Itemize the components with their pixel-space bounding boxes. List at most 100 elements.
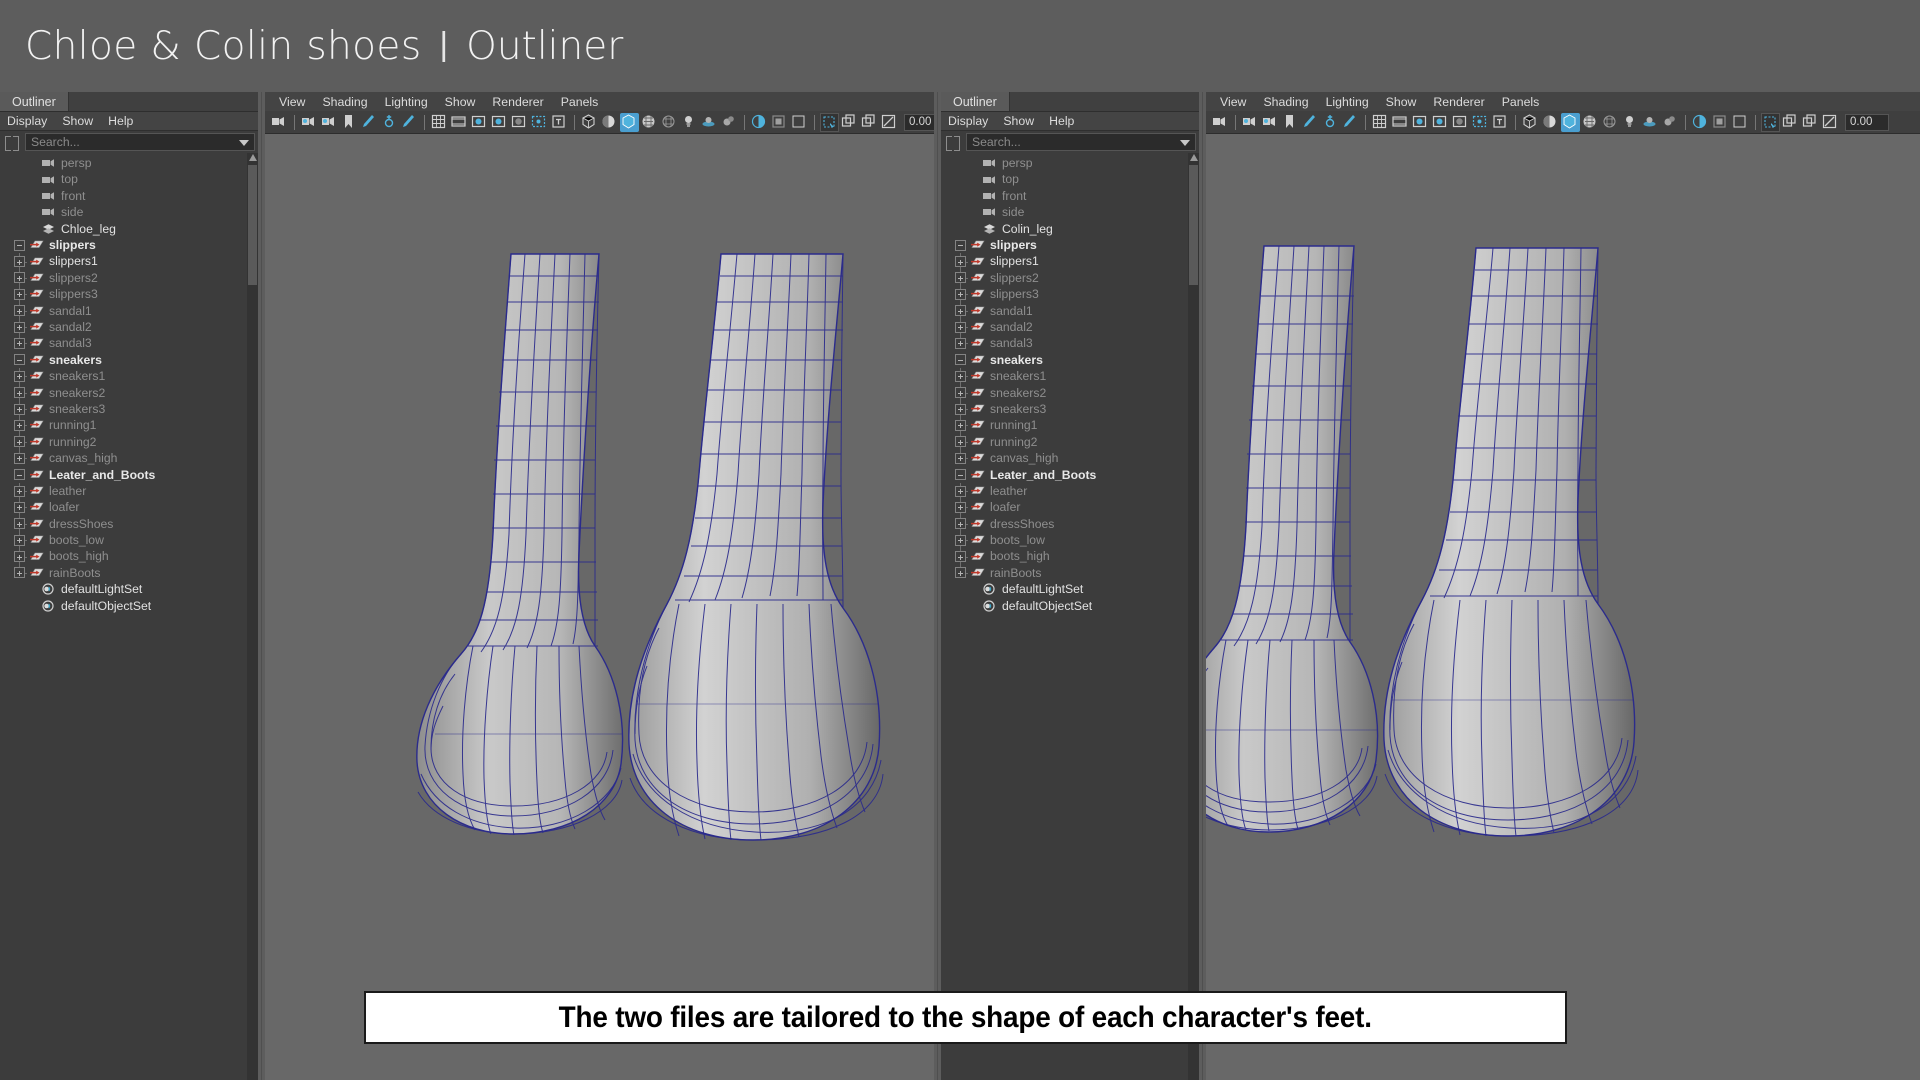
outliner-item-slippers1[interactable]: slippers1 [0,253,258,270]
outliner-item-boots-high[interactable]: boots_high [0,548,258,565]
outliner-item-defaultlightset[interactable]: defaultLightSet [0,581,258,597]
outliner-item-loafer[interactable]: loafer [0,499,258,516]
outliner-item-top[interactable]: top [941,171,1199,187]
outliner-item-loafer[interactable]: loafer [941,499,1199,516]
outliner-item-sneakers2[interactable]: sneakers2 [941,384,1199,401]
outliner-item-boots-low[interactable]: boots_low [941,531,1199,549]
exposure-icon[interactable] [1821,113,1840,132]
grid-icon[interactable] [430,113,449,132]
field-chart-icon[interactable] [490,113,509,132]
vp-menu-shading[interactable]: Shading [322,95,367,109]
camera-icon[interactable] [270,113,289,132]
splitter-left[interactable] [258,92,265,1080]
expand-plus-icon[interactable] [14,485,25,497]
outliner-item-slippers3[interactable]: slippers3 [941,286,1199,303]
outliner-item-running2[interactable]: running2 [0,433,258,451]
collapse-minus-icon[interactable] [955,239,966,251]
expand-plus-icon[interactable] [955,288,966,300]
menu-display[interactable]: Display [7,114,47,128]
outliner-item-sandal2[interactable]: sandal2 [0,318,258,336]
outliner-item-sneakers3[interactable]: sneakers3 [0,400,258,418]
exposure-icon[interactable] [880,113,899,132]
outliner-item-leater-and-boots[interactable]: Leater_and_Boots [0,466,258,482]
camera-attributes-icon[interactable] [320,113,339,132]
expand-plus-icon[interactable] [955,436,966,448]
outliner-item-leather[interactable]: leather [941,482,1199,500]
expand-plus-icon[interactable] [955,567,966,579]
flat-shade-icon[interactable] [620,112,639,132]
expand-plus-icon[interactable] [955,272,966,284]
outliner-item-persp[interactable]: persp [941,155,1199,171]
outliner-item-front[interactable]: front [941,188,1199,204]
tab-outliner-left[interactable]: Outliner [0,92,69,111]
camera-lock-icon[interactable] [1241,113,1260,132]
expand-plus-icon[interactable] [14,567,25,579]
film-gate-icon[interactable] [1391,113,1410,132]
expand-plus-icon[interactable] [14,305,25,317]
outliner-item-canvas-high[interactable]: canvas_high [941,450,1199,466]
outliner-item-sandal3[interactable]: sandal3 [941,335,1199,351]
viewport-right[interactable]: View Shading Lighting Show Renderer Pane… [1206,92,1920,1080]
outliner-item-boots-low[interactable]: boots_low [0,531,258,549]
menu-help[interactable]: Help [108,114,133,128]
bookmark-icon[interactable] [340,113,359,132]
exposure-value-right[interactable]: 0.00 [1845,113,1889,131]
add-key-icon[interactable] [380,113,399,132]
expand-plus-icon[interactable] [955,518,966,530]
occlusion-icon[interactable] [1661,113,1680,132]
occlusion-icon[interactable] [720,113,739,132]
outliner-item-sandal1[interactable]: sandal1 [941,302,1199,319]
scrollbar-thumb[interactable] [248,165,257,285]
expand-plus-icon[interactable] [955,534,966,546]
outliner-item-leather[interactable]: leather [0,482,258,500]
expand-plus-icon[interactable] [955,452,966,464]
xray-joints-icon[interactable] [840,113,859,132]
expand-plus-icon[interactable] [955,321,966,333]
outliner-item-slippers[interactable]: slippers [0,237,258,253]
wireframe-icon[interactable] [1521,113,1540,132]
scroll-up-arrow-icon[interactable] [249,154,257,161]
expand-plus-icon[interactable] [955,387,966,399]
outliner-item-slippers1[interactable]: slippers1 [941,253,1199,270]
collapse-minus-icon[interactable] [955,354,966,366]
outliner-tree-right[interactable]: persp top front side Colin_leg slippers slippe… [941,153,1199,1080]
expand-plus-icon[interactable] [14,452,25,464]
smooth-shade-icon[interactable] [600,113,619,132]
expand-plus-icon[interactable] [14,419,25,431]
expand-plus-icon[interactable] [14,272,25,284]
flat-shade-icon[interactable] [1561,112,1580,132]
splitter-right[interactable] [1199,92,1206,1080]
scrollbar-left[interactable] [247,153,258,1080]
outliner-item-dressshoes[interactable]: dressShoes [941,515,1199,532]
chevron-down-icon[interactable] [239,140,249,146]
outliner-item-persp[interactable]: persp [0,155,258,171]
expand-plus-icon[interactable] [955,501,966,513]
outliner-item-slippers[interactable]: slippers [941,237,1199,253]
expand-plus-icon[interactable] [14,256,25,268]
camera-attributes-icon[interactable] [1261,113,1280,132]
antialias-icon[interactable] [1691,113,1710,132]
outliner-item-top[interactable]: top [0,171,258,187]
outliner-item-sneakers3[interactable]: sneakers3 [941,400,1199,418]
expand-plus-icon[interactable] [955,551,966,563]
viewport-toolbar-left[interactable]: 0.00 [265,111,941,134]
wireframe-on-shaded-icon[interactable] [660,113,679,132]
grease-pencil-icon[interactable] [1301,113,1320,132]
xray-icon[interactable] [1761,112,1780,132]
menu-help[interactable]: Help [1049,114,1074,128]
vp-menu-show[interactable]: Show [445,95,476,109]
smooth-shade-icon[interactable] [1541,113,1560,132]
antialias-icon[interactable] [750,113,769,132]
tab-outliner-right[interactable]: Outliner [941,92,1010,111]
outliner-item-sandal3[interactable]: sandal3 [0,335,258,351]
outliner-item-sneakers1[interactable]: sneakers1 [941,368,1199,385]
film-gate-icon[interactable] [450,113,469,132]
collapse-minus-icon[interactable] [14,239,25,251]
outliner-item-defaultobjectset[interactable]: defaultObjectSet [0,598,258,614]
outliner-item-boots-high[interactable]: boots_high [941,548,1199,565]
viewport-canvas-right[interactable] [1206,134,1920,1080]
expand-plus-icon[interactable] [955,256,966,268]
search-input-right[interactable]: Search... [966,133,1196,151]
outliner-item-leater-and-boots[interactable]: Leater_and_Boots [941,466,1199,482]
outliner-item-canvas-high[interactable]: canvas_high [0,450,258,466]
